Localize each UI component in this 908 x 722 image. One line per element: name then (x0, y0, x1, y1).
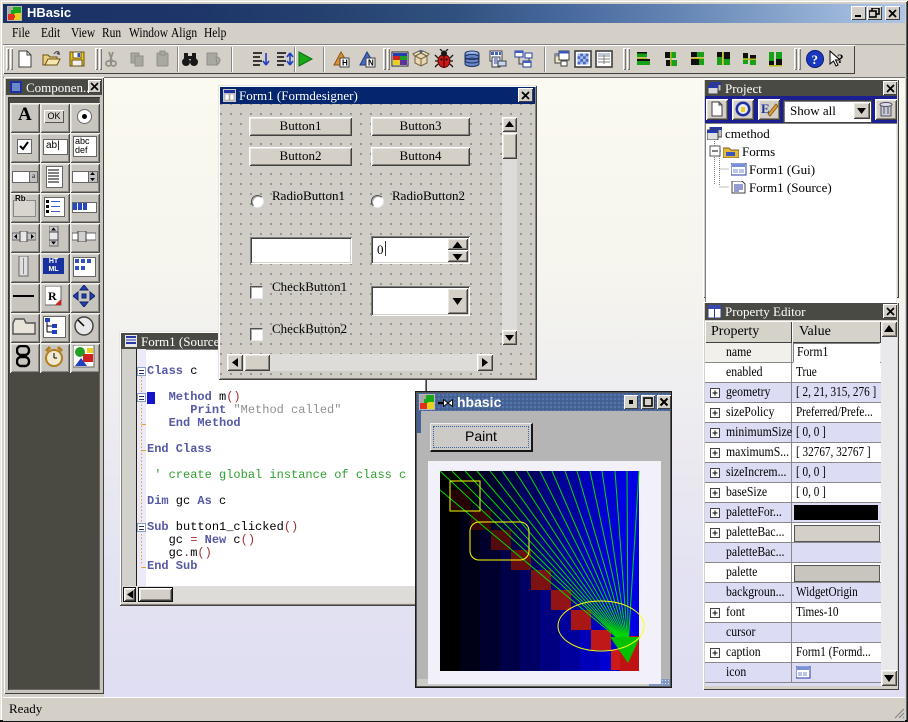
svg-text:H: H (342, 59, 348, 68)
svg-text:?: ? (812, 52, 819, 67)
svg-text:R: R (48, 289, 57, 303)
svg-text:N: N (368, 59, 374, 68)
svg-text:?: ? (837, 51, 844, 66)
